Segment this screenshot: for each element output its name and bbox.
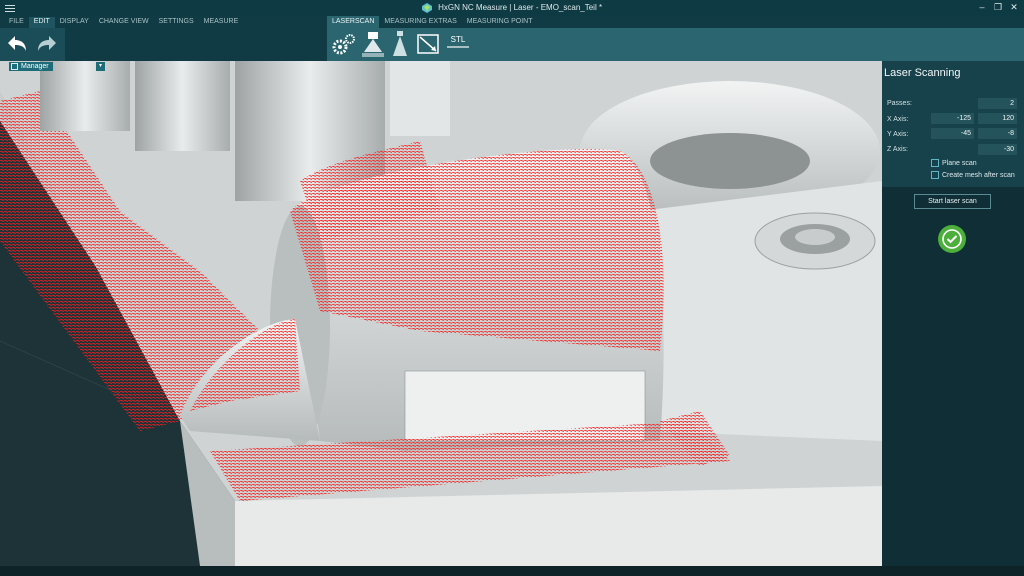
tab-laserscan[interactable]: LASERSCAN — [327, 16, 380, 28]
manager-label: Manager — [21, 63, 49, 70]
z-axis-label: Z Axis: — [887, 146, 909, 153]
confirm-button[interactable] — [938, 225, 966, 253]
window-title: HxGN NC Measure | Laser - EMO_scan_Teil … — [0, 3, 1024, 13]
title-bar: HxGN NC Measure | Laser - EMO_scan_Teil … — [0, 0, 1024, 16]
menu-measure[interactable]: MEASURE — [199, 17, 244, 28]
laserscan-tool-panel: LASERSCAN MEASURING EXTRAS MEASURING POI… — [327, 16, 1024, 61]
menu-edit[interactable]: EDIT — [28, 17, 55, 28]
3d-viewport[interactable]: Manager ▾ — [0, 61, 882, 566]
menu-file[interactable]: FILE — [4, 17, 29, 28]
laser-scanning-panel: Laser Scanning Passes: 2 X Axis: -125 12… — [882, 61, 1024, 566]
restore-icon[interactable]: ❐ — [992, 2, 1004, 13]
create-mesh-option[interactable]: Create mesh after scan — [931, 171, 1015, 179]
minimize-icon[interactable]: – — [976, 2, 988, 13]
context-tabs: LASERSCAN MEASURING EXTRAS MEASURING POI… — [327, 16, 538, 28]
menu-tabs: FILE EDIT DISPLAY CHANGE VIEW SETTINGS M… — [4, 17, 243, 28]
settings-gears-icon[interactable] — [331, 30, 357, 58]
close-icon[interactable]: ✕ — [1008, 2, 1020, 13]
hexagon-logo-icon — [421, 3, 432, 13]
passes-field[interactable]: 2 — [978, 98, 1017, 109]
menu-settings[interactable]: SETTINGS — [154, 17, 199, 28]
start-laser-scan-button[interactable]: Start laser scan — [914, 194, 991, 209]
laser-beam-icon[interactable] — [389, 30, 411, 58]
x-axis-label: X Axis: — [887, 116, 909, 123]
undo-icon[interactable] — [6, 33, 28, 53]
tab-measuring-point[interactable]: MEASURING POINT — [462, 16, 538, 28]
tab-measuring-extras[interactable]: MEASURING EXTRAS — [379, 16, 461, 28]
stl-export-button[interactable]: STL — [447, 35, 469, 49]
y-axis-max-field[interactable]: -8 — [978, 128, 1017, 139]
manager-checkbox-icon[interactable] — [11, 63, 18, 70]
x-axis-max-field[interactable]: 120 — [978, 113, 1017, 124]
scanned-part-render — [0, 61, 882, 566]
plane-scan-option[interactable]: Plane scan — [931, 159, 977, 167]
manager-toggle[interactable]: Manager — [9, 62, 53, 71]
panel-header-area — [882, 61, 1024, 187]
plane-scan-icon[interactable] — [416, 30, 440, 58]
plane-scan-label: Plane scan — [942, 159, 977, 167]
status-bar — [0, 566, 1024, 576]
chevron-down-icon[interactable]: ▾ — [96, 62, 105, 71]
ribbon: FILE EDIT DISPLAY CHANGE VIEW SETTINGS M… — [0, 16, 1024, 61]
laser-scanner-icon[interactable] — [360, 30, 386, 58]
menu-change-view[interactable]: CHANGE VIEW — [94, 17, 154, 28]
checkmark-icon — [942, 229, 962, 249]
stl-progress-bar — [447, 46, 469, 48]
x-axis-min-field[interactable]: -125 — [931, 113, 974, 124]
edit-quick-actions — [0, 28, 65, 61]
laserscan-toolbar: STL — [327, 28, 1024, 61]
passes-label: Passes: — [887, 100, 912, 107]
redo-icon[interactable] — [36, 33, 58, 53]
y-axis-label: Y Axis: — [887, 131, 909, 138]
z-axis-field[interactable]: -30 — [978, 144, 1017, 155]
y-axis-min-field[interactable]: -45 — [931, 128, 974, 139]
create-mesh-checkbox[interactable] — [931, 171, 939, 179]
create-mesh-label: Create mesh after scan — [942, 171, 1015, 179]
panel-title: Laser Scanning — [884, 67, 961, 79]
stl-label: STL — [450, 35, 466, 44]
app-window: HxGN NC Measure | Laser - EMO_scan_Teil … — [0, 0, 1024, 576]
menu-display[interactable]: DISPLAY — [55, 17, 94, 28]
plane-scan-checkbox[interactable] — [931, 159, 939, 167]
